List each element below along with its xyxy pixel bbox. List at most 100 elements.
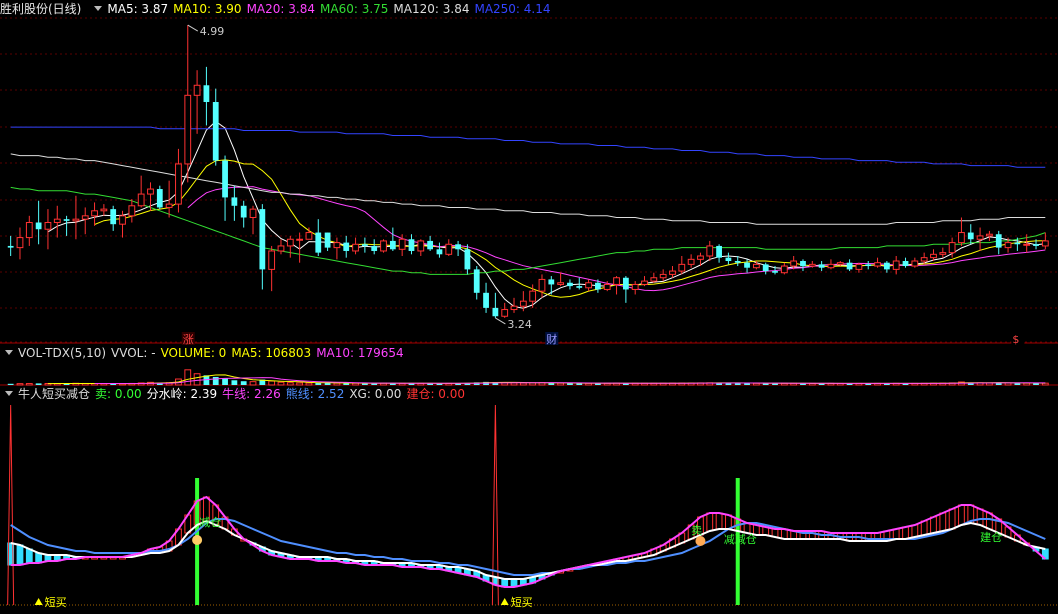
ribbon-box — [939, 512, 947, 532]
dropdown-arrow-icon[interactable] — [3, 347, 14, 358]
ribbon-box — [902, 526, 909, 540]
candle — [483, 282, 489, 313]
candle — [631, 281, 639, 295]
candle — [7, 235, 14, 256]
candle — [538, 274, 546, 298]
candle — [846, 259, 853, 272]
candle — [63, 215, 70, 236]
stock-chart[interactable]: 4.993.24 减仓卖减减仓 建仓短买 短买 涨财 $ — [0, 0, 1058, 614]
candle — [259, 204, 266, 290]
candle — [762, 262, 769, 275]
volume-label: VOLUME: 0 — [160, 346, 227, 360]
candle — [855, 262, 863, 273]
candle — [678, 255, 686, 275]
dropdown-arrow-icon[interactable] — [92, 3, 103, 14]
volume-labels: VOL-TDX(5,10) VVOL: - VOLUME: 0 MA5: 106803… — [18, 346, 409, 360]
candle — [175, 148, 182, 213]
signal-label-reduce-2: 减减仓 — [724, 532, 757, 546]
candle — [137, 175, 145, 208]
candle — [622, 276, 629, 303]
candle — [44, 209, 52, 250]
candle — [669, 266, 676, 278]
candle — [110, 205, 117, 231]
indicator-label: 分水岭: 2.39 — [146, 387, 218, 401]
ribbon-box — [976, 508, 984, 526]
high-annotation: 4.99 — [200, 25, 225, 38]
ma-label: MA20: 3.84 — [246, 2, 315, 16]
candle — [818, 261, 825, 272]
candle — [827, 259, 835, 270]
ma-line-ma250 — [10, 126, 1046, 168]
candle — [352, 237, 359, 255]
candle — [706, 240, 714, 262]
signal-label-sell: 卖 — [691, 524, 702, 537]
ma-label: MA60: 3.75 — [320, 2, 389, 16]
build-spike — [491, 404, 499, 606]
candle — [249, 205, 257, 235]
ribbon-box — [725, 514, 732, 530]
volume-label: VOL-TDX(5,10) — [18, 346, 107, 360]
candle — [902, 257, 909, 268]
candle — [501, 302, 509, 318]
candle — [911, 257, 919, 268]
candlestick-pane[interactable]: 4.99 3.24 — [7, 24, 1049, 331]
candle — [557, 272, 565, 287]
candle — [967, 224, 974, 245]
candle — [892, 255, 900, 275]
candle — [184, 25, 192, 183]
indicator-label: 牛人短买减仓 — [18, 387, 91, 401]
ribbon-box — [715, 512, 723, 530]
signal-label-short-buy: 短买 — [511, 595, 533, 609]
candle — [641, 276, 648, 287]
indicator-label: 卖: 0.00 — [95, 387, 142, 401]
volume-pane[interactable] — [7, 369, 1049, 386]
ma-label: MA10: 3.90 — [173, 2, 242, 16]
ma-label: MA250: 4.14 — [474, 2, 551, 16]
volume-pane-header: VOL-TDX(5,10) VVOL: - VOLUME: 0 MA5: 106803… — [0, 344, 1058, 362]
short-buy-triangle-icon — [34, 598, 43, 605]
volume-label: MA5: 106803 — [231, 346, 312, 360]
volume-bar — [212, 376, 219, 385]
signal-label-reduce: 减仓 — [199, 515, 221, 529]
candle — [165, 180, 173, 218]
ma-line-ma120 — [10, 153, 1046, 225]
candle — [343, 235, 350, 258]
candle — [1041, 232, 1049, 250]
volume-label: MA10: 179654 — [316, 346, 404, 360]
volume-label: VVOL: - — [111, 346, 156, 360]
ribbon-box — [920, 520, 928, 536]
ribbon-box — [780, 528, 788, 540]
candle — [995, 230, 1002, 255]
indicator-pane[interactable]: 减仓卖减减仓 建仓短买 短买 — [7, 404, 1049, 609]
candle — [874, 257, 881, 268]
candle — [333, 237, 341, 260]
ribbon-box — [25, 548, 33, 564]
candle — [865, 261, 872, 270]
candle — [650, 272, 658, 283]
candle — [91, 202, 98, 226]
candle — [222, 155, 228, 221]
grid-lines — [0, 17, 1058, 606]
indicator-label: 牛线: 2.26 — [222, 387, 281, 401]
signal-hand-icon — [695, 536, 706, 546]
ribbon-box — [35, 552, 43, 564]
candle — [445, 239, 453, 256]
ribbon-box — [948, 508, 956, 530]
candle — [203, 66, 210, 126]
bull-line — [10, 495, 1046, 588]
build-spike — [7, 404, 15, 606]
indicator-label: 熊线: 2.52 — [285, 387, 345, 401]
signal-label-build: 建仓 — [980, 530, 1002, 544]
candle — [417, 239, 425, 256]
ma-line-ma10 — [94, 159, 1046, 298]
main-pane-header: 胜利股份(日线) MA5: 3.87 MA10: 3.90 MA20: 3.84 MA6… — [0, 0, 1058, 18]
candle — [408, 234, 415, 255]
candle — [324, 232, 331, 251]
candle — [128, 199, 136, 223]
signal-label-short-buy: 短买 — [45, 595, 67, 609]
candle — [25, 215, 33, 246]
ribbon-box — [911, 524, 919, 538]
ribbon-box — [892, 528, 900, 540]
dropdown-arrow-icon[interactable] — [3, 388, 14, 399]
candle — [315, 219, 322, 256]
